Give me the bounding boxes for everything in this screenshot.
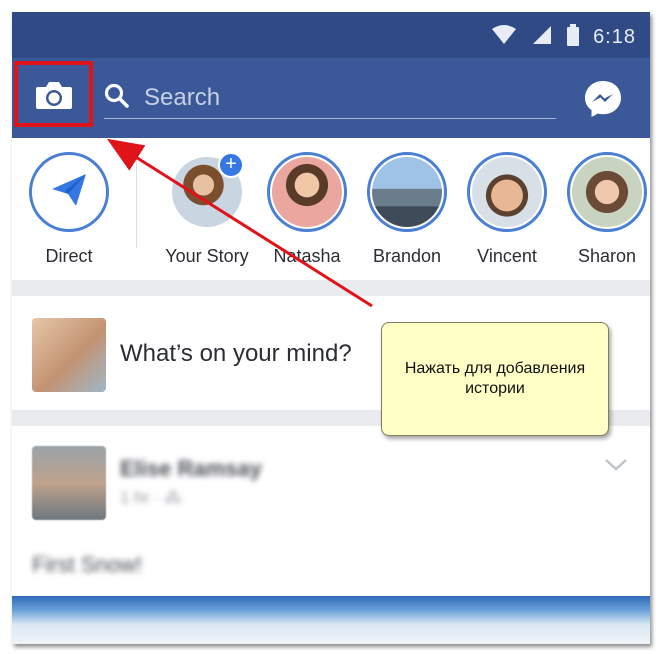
annotation-text-line2: истории (465, 380, 525, 397)
annotation-note: Нажать для добавления истории (381, 322, 609, 436)
annotation-text-line1: Нажать для добавления (404, 360, 586, 377)
